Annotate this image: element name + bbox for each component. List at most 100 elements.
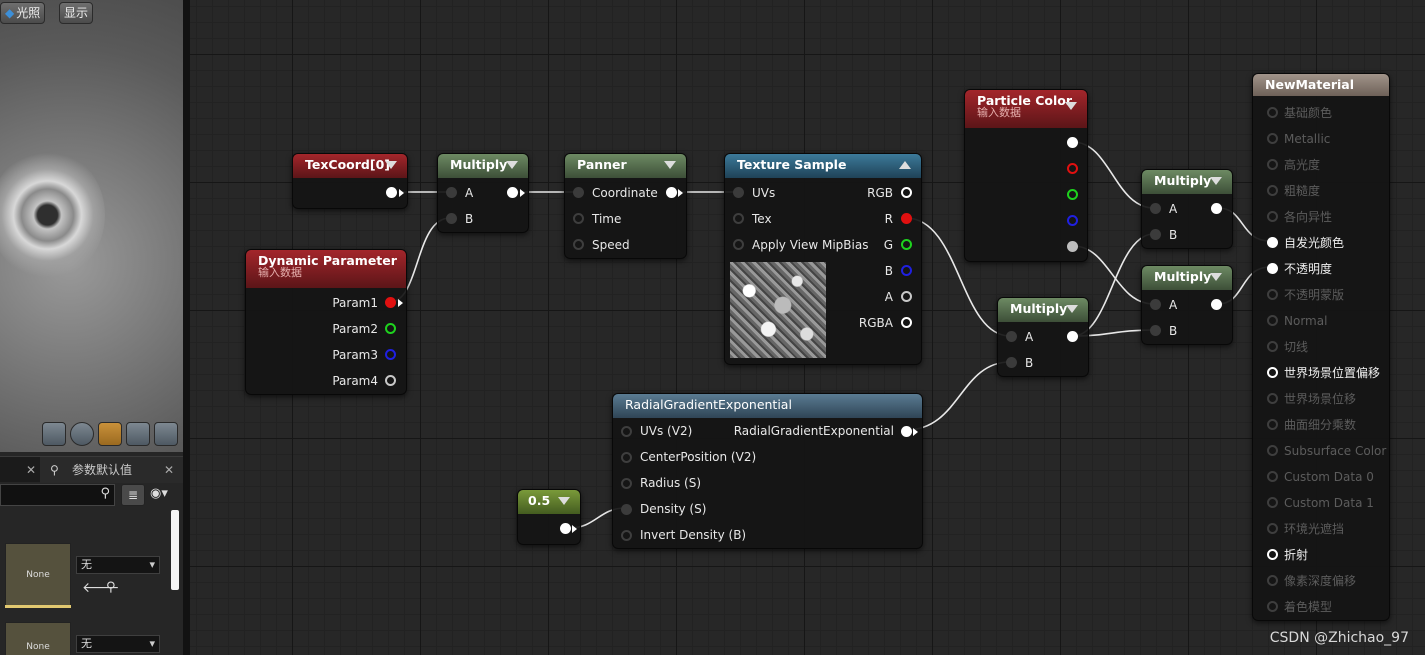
- lighting-button[interactable]: ◆ 光照: [0, 2, 46, 24]
- input-pin[interactable]: [1267, 289, 1278, 300]
- node-header[interactable]: Multiply: [1142, 170, 1232, 194]
- collapse-arrow-icon[interactable]: [1066, 305, 1078, 313]
- collapse-arrow-icon[interactable]: [506, 161, 518, 169]
- output-pin-a[interactable]: [901, 291, 912, 302]
- output-pin-param3[interactable]: [385, 349, 396, 360]
- input-pin[interactable]: [1267, 549, 1278, 560]
- multiply-node[interactable]: Multiply A B: [997, 297, 1089, 377]
- preview-viewport[interactable]: ◆ 光照 显示: [0, 0, 183, 452]
- output-pin[interactable]: [1211, 299, 1222, 310]
- input-pin[interactable]: [1267, 497, 1278, 508]
- input-pin[interactable]: [1267, 133, 1278, 144]
- output-pin[interactable]: [507, 187, 518, 198]
- input-pin[interactable]: [621, 452, 632, 463]
- input-pin[interactable]: [1267, 523, 1278, 534]
- output-pin-r[interactable]: [1067, 163, 1078, 174]
- show-button[interactable]: 显示: [59, 2, 94, 24]
- node-header[interactable]: Particle Color 输入数据: [965, 90, 1087, 128]
- browse-search-icon[interactable]: ⚲: [106, 580, 116, 595]
- particle-color-node[interactable]: Particle Color 输入数据: [964, 89, 1088, 262]
- tab-parameter-defaults[interactable]: 参数默认值: [72, 457, 132, 483]
- cube-preview-icon[interactable]: [126, 422, 150, 446]
- sphere-preview-icon[interactable]: [70, 422, 94, 446]
- output-pin[interactable]: [1067, 331, 1078, 342]
- node-header[interactable]: Multiply: [1142, 266, 1232, 290]
- node-header[interactable]: NewMaterial: [1253, 74, 1389, 96]
- output-pin[interactable]: [386, 187, 397, 198]
- collapse-arrow-icon[interactable]: [899, 161, 911, 169]
- output-pin-b[interactable]: [1067, 215, 1078, 226]
- input-pin[interactable]: [1267, 185, 1278, 196]
- input-pin[interactable]: [1267, 601, 1278, 612]
- search-input[interactable]: ⚲: [0, 484, 115, 506]
- texture-thumbnail[interactable]: None: [5, 622, 71, 655]
- input-pin[interactable]: [1267, 211, 1278, 222]
- input-pin[interactable]: [1267, 471, 1278, 482]
- collapse-arrow-icon[interactable]: [385, 161, 397, 169]
- custom-mesh-preview-icon[interactable]: [154, 422, 178, 446]
- eye-icon[interactable]: ◉▾: [150, 486, 168, 501]
- node-header[interactable]: 0.5: [518, 490, 580, 514]
- input-pin[interactable]: [1150, 299, 1161, 310]
- node-header[interactable]: Multiply: [438, 154, 528, 178]
- texture-dropdown[interactable]: 无: [76, 635, 160, 653]
- input-pin[interactable]: [1150, 325, 1161, 336]
- node-header[interactable]: Panner: [565, 154, 686, 178]
- multiply-node[interactable]: Multiply A B: [437, 153, 529, 233]
- texture-thumbnail[interactable]: None: [5, 543, 71, 607]
- collapse-arrow-icon[interactable]: [664, 161, 676, 169]
- input-pin[interactable]: [1150, 229, 1161, 240]
- input-pin[interactable]: [1267, 159, 1278, 170]
- multiply-node[interactable]: Multiply A B: [1141, 169, 1233, 249]
- input-pin[interactable]: [1267, 263, 1278, 274]
- output-pin[interactable]: [1211, 203, 1222, 214]
- output-pin-a[interactable]: [1067, 241, 1078, 252]
- output-pin-param4[interactable]: [385, 375, 396, 386]
- panner-node[interactable]: Panner Coordinate Time Speed: [564, 153, 687, 259]
- cylinder-preview-icon[interactable]: [42, 422, 66, 446]
- scrollbar[interactable]: [171, 510, 179, 590]
- input-pin[interactable]: [446, 187, 457, 198]
- input-pin[interactable]: [573, 187, 584, 198]
- output-pin[interactable]: [666, 187, 677, 198]
- input-pin[interactable]: [1150, 203, 1161, 214]
- close-tab-icon[interactable]: ✕: [26, 457, 36, 483]
- dynamic-parameter-node[interactable]: Dynamic Parameter 输入数据 Param1 Param2 Par…: [245, 249, 407, 395]
- output-pin-rgb[interactable]: [1067, 137, 1078, 148]
- collapse-arrow-icon[interactable]: [1210, 273, 1222, 281]
- node-header[interactable]: RadialGradientExponential: [613, 394, 922, 418]
- input-pin[interactable]: [733, 239, 744, 250]
- output-pin-rgb[interactable]: [901, 187, 912, 198]
- output-pin-param1[interactable]: [385, 297, 396, 308]
- collapse-arrow-icon[interactable]: [1065, 102, 1077, 110]
- input-pin[interactable]: [1267, 445, 1278, 456]
- panel-splitter[interactable]: [183, 0, 190, 655]
- output-pin-g[interactable]: [901, 239, 912, 250]
- input-pin[interactable]: [621, 478, 632, 489]
- plane-preview-icon[interactable]: [98, 422, 122, 446]
- input-pin[interactable]: [621, 504, 632, 515]
- close-tab-icon[interactable]: ✕: [164, 457, 174, 483]
- output-pin-param2[interactable]: [385, 323, 396, 334]
- input-pin[interactable]: [621, 426, 632, 437]
- collapse-arrow-icon[interactable]: [1210, 177, 1222, 185]
- node-header[interactable]: TexCoord[0]: [293, 154, 407, 178]
- input-pin[interactable]: [1267, 237, 1278, 248]
- input-pin[interactable]: [733, 187, 744, 198]
- input-pin[interactable]: [573, 239, 584, 250]
- input-pin[interactable]: [1006, 331, 1017, 342]
- node-header[interactable]: Texture Sample: [725, 154, 921, 178]
- output-pin[interactable]: [560, 523, 571, 534]
- output-pin-b[interactable]: [901, 265, 912, 276]
- texture-dropdown[interactable]: 无: [76, 556, 160, 574]
- node-header[interactable]: Multiply: [998, 298, 1088, 322]
- input-pin[interactable]: [1267, 419, 1278, 430]
- node-header[interactable]: Dynamic Parameter 输入数据: [246, 250, 406, 288]
- input-pin[interactable]: [446, 213, 457, 224]
- output-pin-rgba[interactable]: [901, 317, 912, 328]
- collapse-arrow-icon[interactable]: [558, 497, 570, 505]
- input-pin[interactable]: [1267, 315, 1278, 326]
- radial-gradient-exponential-node[interactable]: RadialGradientExponential UVs (V2) Cente…: [612, 393, 923, 549]
- output-pin[interactable]: [901, 426, 912, 437]
- input-pin[interactable]: [1267, 107, 1278, 118]
